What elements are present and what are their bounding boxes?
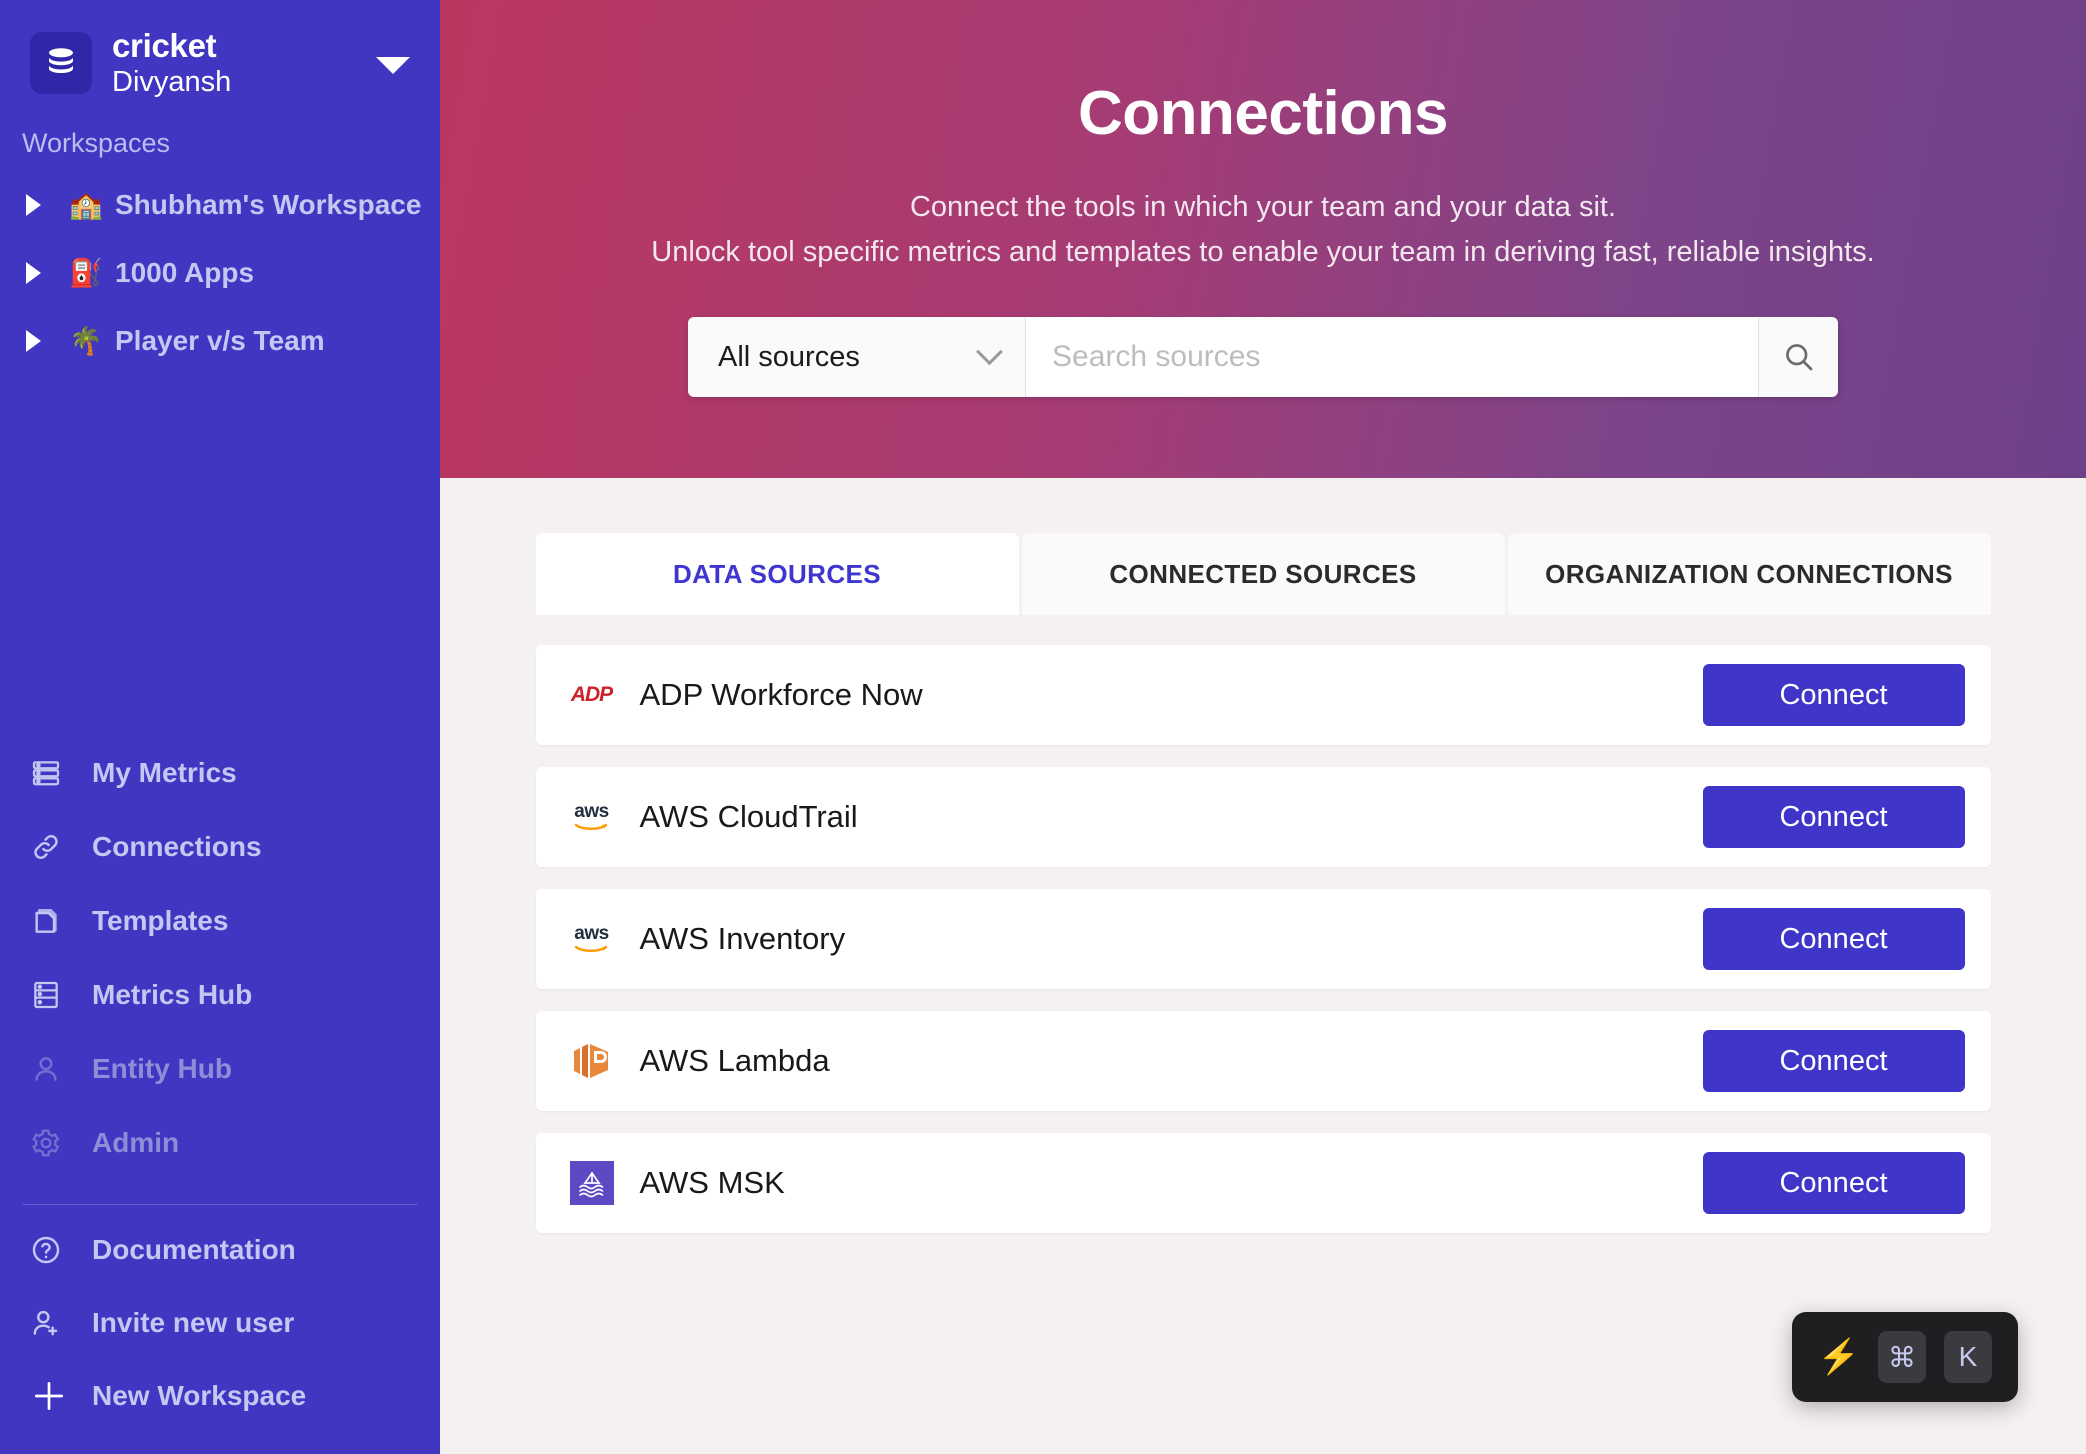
sidebar-item-label: Documentation — [92, 1233, 296, 1265]
plus-icon — [30, 1377, 72, 1415]
server-icon — [30, 979, 72, 1011]
tab-bar: DATA SOURCES CONNECTED SOURCES ORGANIZAT… — [535, 533, 1991, 615]
document-icon — [30, 905, 72, 937]
expand-arrow-icon[interactable] — [26, 194, 41, 216]
connect-button[interactable]: Connect — [1702, 908, 1965, 970]
search-button[interactable] — [1758, 317, 1838, 397]
workspace-item-1000-apps[interactable]: ⛽ 1000 Apps — [0, 239, 440, 307]
source-filter-value: All sources — [718, 340, 860, 373]
sidebar-item-entity-hub[interactable]: Entity Hub — [0, 1032, 440, 1106]
source-row: aws AWS CloudTrail Connect — [535, 767, 1991, 867]
source-filter-dropdown[interactable]: All sources — [688, 317, 1026, 397]
workspace-item-player-vs-team[interactable]: 🌴 Player v/s Team — [0, 307, 440, 375]
search-bar: All sources — [688, 317, 1838, 397]
database-icon — [30, 32, 92, 94]
sources-panel: DATA SOURCES CONNECTED SOURCES ORGANIZAT… — [440, 478, 2086, 1454]
user-plus-icon — [30, 1307, 72, 1339]
workspace-name: cricket — [112, 26, 217, 64]
tab-data-sources[interactable]: DATA SOURCES — [535, 533, 1019, 615]
connect-button[interactable]: Connect — [1702, 1030, 1965, 1092]
source-row: aws AWS Inventory Connect — [535, 889, 1991, 989]
command-palette-shortcut-widget[interactable]: ⚡ ⌘ K — [1791, 1312, 2018, 1402]
chevron-down-icon — [976, 337, 1003, 365]
source-row: AWS MSK Connect — [535, 1133, 1991, 1233]
sidebar-bottom-nav: Documentation Invite new user New Worksp… — [0, 1213, 440, 1454]
connect-button[interactable]: Connect — [1702, 1152, 1965, 1214]
workspace-item-label: Shubham's Workspace — [115, 189, 422, 220]
expand-arrow-icon[interactable] — [26, 330, 41, 352]
source-name: ADP Workforce Now — [639, 677, 923, 712]
workspace-switcher[interactable]: cricket Divyansh — [0, 0, 440, 100]
fuel-pump-emoji: ⛽ — [69, 258, 103, 288]
palm-tree-emoji: 🌴 — [69, 326, 103, 356]
lightning-bolt-icon: ⚡ — [1817, 1338, 1860, 1376]
expand-arrow-icon[interactable] — [26, 262, 41, 284]
hero-subtitle-line1: Connect the tools in which your team and… — [909, 191, 1617, 223]
page-title: Connections — [1078, 79, 1448, 148]
kbd-k-key[interactable]: K — [1944, 1331, 1992, 1383]
aws-logo-icon: aws — [568, 793, 616, 841]
sidebar: cricket Divyansh Workspaces 🏫 Shubham's … — [0, 0, 440, 1454]
sidebar-item-metrics-hub[interactable]: Metrics Hub — [0, 958, 440, 1032]
workspace-item-label: 1000 Apps — [115, 257, 255, 288]
user-icon — [30, 1053, 72, 1085]
source-name: AWS Lambda — [639, 1043, 830, 1078]
sidebar-item-label: Metrics Hub — [92, 979, 253, 1010]
sidebar-item-admin[interactable]: Admin — [0, 1106, 440, 1180]
connect-button[interactable]: Connect — [1702, 786, 1965, 848]
sidebar-item-templates[interactable]: Templates — [0, 884, 440, 958]
sidebar-item-label: New Workspace — [92, 1379, 307, 1411]
question-circle-icon — [30, 1234, 72, 1266]
aws-lambda-logo-icon — [568, 1037, 616, 1085]
sidebar-item-documentation[interactable]: Documentation — [0, 1213, 440, 1286]
aws-logo-icon: aws — [568, 915, 616, 963]
sidebar-item-connections[interactable]: Connections — [0, 810, 440, 884]
search-input[interactable] — [1026, 317, 1758, 397]
source-name: AWS CloudTrail — [639, 799, 858, 834]
sidebar-item-label: Templates — [92, 905, 229, 936]
adp-logo-icon: ADP — [570, 683, 613, 706]
sidebar-nav: My Metrics Connections Templates Metrics… — [0, 736, 440, 1186]
hero-subtitle-line2: Unlock tool specific metrics and templat… — [651, 236, 1875, 268]
source-row: ADP ADP Workforce Now Connect — [535, 645, 1991, 745]
tab-organization-connections[interactable]: ORGANIZATION CONNECTIONS — [1507, 533, 1991, 615]
sidebar-item-label: Admin — [92, 1127, 180, 1158]
tab-connected-sources[interactable]: CONNECTED SOURCES — [1021, 533, 1505, 615]
source-name: AWS Inventory — [639, 921, 846, 956]
workspace-titles: cricket Divyansh — [112, 26, 376, 98]
source-row: AWS Lambda Connect — [535, 1011, 1991, 1111]
sidebar-item-my-metrics[interactable]: My Metrics — [0, 736, 440, 810]
link-icon — [30, 831, 72, 863]
sidebar-divider — [22, 1204, 418, 1205]
workspace-item-shubham[interactable]: 🏫 Shubham's Workspace — [0, 171, 440, 239]
workspaces-list: 🏫 Shubham's Workspace ⛽ 1000 Apps 🌴 Play… — [0, 171, 440, 375]
gear-icon — [30, 1127, 72, 1159]
sidebar-item-label: Invite new user — [92, 1306, 295, 1338]
workspace-item-label: Player v/s Team — [115, 325, 325, 356]
app-root: cricket Divyansh Workspaces 🏫 Shubham's … — [0, 0, 2086, 1454]
aws-msk-logo-icon — [568, 1159, 616, 1207]
kbd-command-key[interactable]: ⌘ — [1878, 1331, 1926, 1383]
sidebar-item-label: My Metrics — [92, 757, 237, 788]
metrics-list-icon — [30, 757, 72, 789]
connect-button[interactable]: Connect — [1702, 664, 1965, 726]
school-emoji: 🏫 — [69, 190, 103, 220]
caret-down-icon[interactable] — [376, 56, 410, 74]
sources-list: ADP ADP Workforce Now Connect aws AWS Cl… — [535, 645, 1991, 1233]
hero-banner: Connections Connect the tools in which y… — [440, 0, 2086, 478]
source-name: AWS MSK — [639, 1165, 785, 1200]
sidebar-item-new-workspace[interactable]: New Workspace — [0, 1359, 440, 1432]
workspaces-section-label: Workspaces — [22, 128, 171, 158]
sidebar-item-label: Entity Hub — [92, 1053, 232, 1084]
workspace-user: Divyansh — [112, 65, 232, 98]
sidebar-item-invite-new-user[interactable]: Invite new user — [0, 1286, 440, 1359]
main-content: Connections Connect the tools in which y… — [440, 0, 2086, 1454]
sidebar-item-label: Connections — [92, 831, 262, 862]
